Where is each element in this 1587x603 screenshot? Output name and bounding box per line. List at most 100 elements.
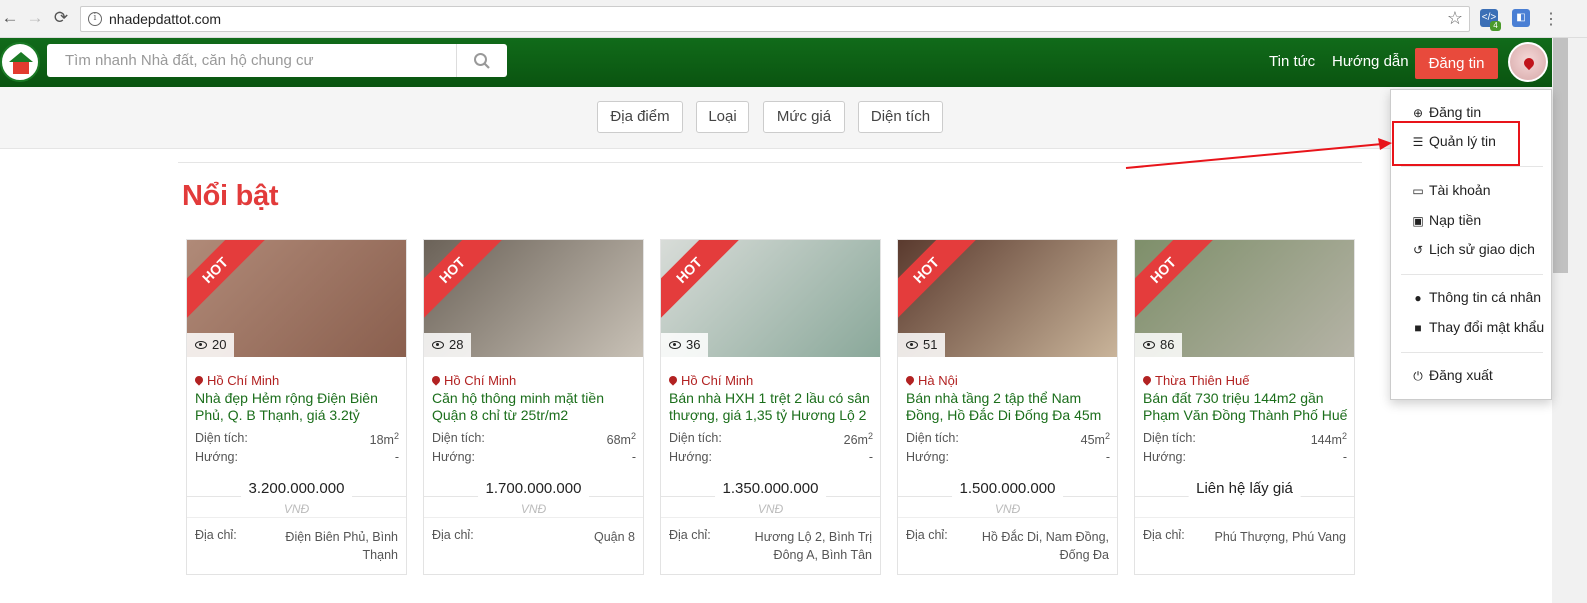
- direction-value: -: [1342, 450, 1347, 464]
- listing-price: 1.700.000.000: [477, 480, 590, 497]
- hot-label: HOT: [424, 240, 505, 323]
- listing-photo[interactable]: HOT 36: [661, 240, 880, 357]
- menu-item-topup[interactable]: ▣ Nạp tiền: [1411, 212, 1481, 228]
- listing-photo[interactable]: HOT 86: [1135, 240, 1354, 357]
- hot-label: HOT: [661, 240, 742, 323]
- eye-icon: [195, 341, 207, 349]
- address-bar[interactable]: i nhadepdattot.com ☆: [80, 6, 1470, 32]
- listing-title[interactable]: Bán đất 730 triệu 144m2 gần Phạm Văn Đồn…: [1143, 390, 1348, 424]
- menu-divider: [1401, 352, 1543, 353]
- area-label: Diện tích:: [669, 431, 722, 445]
- extension-badge: 4: [1490, 21, 1501, 31]
- direction-label: Hướng:: [1143, 450, 1186, 464]
- area-row: Diện tích: 18m2: [195, 431, 399, 447]
- direction-label: Hướng:: [432, 450, 475, 464]
- direction-value: -: [1105, 450, 1110, 464]
- listing-card[interactable]: HOT 51 Hà Nội Bán nhà tầng 2 tập thể Nam Đồ…: [897, 239, 1118, 575]
- view-count-value: 51: [923, 337, 938, 352]
- menu-item-label: Lịch sử giao dịch: [1429, 241, 1535, 257]
- currency-label: VNĐ: [757, 502, 784, 516]
- listing-photo[interactable]: HOT 28: [424, 240, 643, 357]
- menu-item-history[interactable]: ↺ Lịch sử giao dịch: [1411, 241, 1535, 257]
- location-text: Hồ Chí Minh: [207, 373, 280, 388]
- annotation-highlight-box: [1392, 121, 1520, 166]
- menu-item-label: Tài khoản: [1429, 182, 1491, 198]
- menu-item-label: Đăng xuất: [1429, 367, 1493, 383]
- direction-row: Hướng: -: [669, 450, 873, 464]
- hot-label: HOT: [1135, 240, 1216, 323]
- area-label: Diện tích:: [906, 431, 959, 445]
- listing-title[interactable]: Bán nhà HXH 1 trệt 2 lầu có sân thượng, …: [669, 390, 874, 424]
- site-header: Tin tức Hướng dẫn Đăng tin: [0, 38, 1552, 87]
- search-icon: [474, 53, 490, 69]
- view-count-value: 36: [686, 337, 701, 352]
- filter-type[interactable]: Loại: [696, 101, 749, 133]
- currency-label: VNĐ: [283, 502, 310, 516]
- search-button[interactable]: [456, 44, 507, 77]
- back-icon[interactable]: ←: [0, 8, 20, 28]
- search-input[interactable]: [47, 44, 455, 77]
- map-marker-icon: [904, 374, 916, 386]
- filter-area[interactable]: Diện tích: [858, 101, 943, 133]
- filter-price[interactable]: Mức giá: [763, 101, 845, 133]
- listing-price: Liên hệ lấy giá: [1188, 480, 1301, 497]
- page-scrollbar[interactable]: [1552, 38, 1587, 603]
- listing-card[interactable]: HOT 86 Thừa Thiên Huế Bán đất 730 triệu 144…: [1134, 239, 1355, 575]
- menu-divider: [1401, 166, 1543, 167]
- browser-toolbar: ← → ⟳ i nhadepdattot.com ☆ </> 4 ◧ ⋮: [0, 0, 1587, 38]
- user-icon: ●: [1414, 291, 1422, 305]
- history-icon: ↺: [1412, 243, 1424, 257]
- eye-icon: [669, 341, 681, 349]
- location-text: Hồ Chí Minh: [681, 373, 754, 388]
- listing-price: 3.200.000.000: [240, 480, 353, 497]
- avatar[interactable]: [1508, 42, 1548, 82]
- view-count: 36: [661, 333, 709, 357]
- site-logo[interactable]: [0, 42, 40, 82]
- listing-price: 1.350.000.000: [714, 480, 827, 497]
- extension-icon-2[interactable]: ◧: [1512, 9, 1530, 27]
- guide-link[interactable]: Hướng dẫn: [1332, 53, 1409, 70]
- listing-card[interactable]: HOT 28 Hồ Chí Minh Căn hộ thông minh mặt ti…: [423, 239, 644, 575]
- address-divider: [187, 517, 406, 518]
- hot-ribbon: HOT: [1135, 240, 1221, 326]
- listing-photo[interactable]: HOT 51: [898, 240, 1117, 357]
- filter-location[interactable]: Địa điểm: [597, 101, 683, 133]
- area-value: 68m2: [606, 431, 636, 448]
- address-label: Địa chỉ:: [906, 528, 948, 542]
- info-icon[interactable]: i: [88, 12, 102, 26]
- listing-title[interactable]: Bán nhà tầng 2 tập thể Nam Đồng, Hồ Đắc …: [906, 390, 1111, 424]
- post-listing-button[interactable]: Đăng tin: [1415, 48, 1498, 79]
- menu-item-label: Nạp tiền: [1429, 212, 1482, 228]
- money-icon: ▣: [1412, 214, 1424, 228]
- direction-row: Hướng: -: [432, 450, 636, 464]
- news-link[interactable]: Tin tức: [1269, 53, 1315, 70]
- address-label: Địa chỉ:: [195, 528, 237, 542]
- eye-icon: [906, 341, 918, 349]
- menu-item-profile[interactable]: ● Thông tin cá nhân: [1411, 289, 1541, 305]
- direction-value: -: [868, 450, 873, 464]
- address-divider: [898, 517, 1117, 518]
- address-divider: [424, 517, 643, 518]
- forward-icon[interactable]: →: [25, 8, 45, 28]
- menu-item-account[interactable]: ▭ Tài khoản: [1411, 182, 1490, 198]
- map-marker-icon: [667, 374, 679, 386]
- listing-title[interactable]: Nhà đẹp Hẻm rộng Điện Biên Phủ, Q. B Thạ…: [195, 390, 400, 424]
- area-label: Diện tích:: [195, 431, 248, 445]
- menu-item-logout[interactable]: ⏻ Đăng xuất: [1411, 367, 1493, 384]
- menu-item-change-password[interactable]: ■ Thay đổi mật khẩu: [1411, 319, 1544, 335]
- menu-item-label: Thông tin cá nhân: [1429, 289, 1542, 305]
- listing-card[interactable]: HOT 36 Hồ Chí Minh Bán nhà HXH 1 trệt 2 lầu…: [660, 239, 881, 575]
- reload-icon[interactable]: ⟳: [51, 8, 71, 28]
- listing-title[interactable]: Căn hộ thông minh mặt tiền Quận 8 chỉ từ…: [432, 390, 637, 424]
- listing-photo[interactable]: HOT 20: [187, 240, 406, 357]
- listing-card[interactable]: HOT 20 Hồ Chí Minh Nhà đẹp Hẻm rộng Điện Bi…: [186, 239, 407, 575]
- menu-dots-icon[interactable]: ⋮: [1543, 9, 1559, 29]
- address-value: Phú Thượng, Phú Vang: [1214, 530, 1346, 544]
- currency-label: VNĐ: [520, 502, 547, 516]
- menu-item-post[interactable]: ⊕ Đăng tin: [1411, 104, 1481, 120]
- annotation-arrow: [1125, 138, 1392, 169]
- listing-location: Hồ Chí Minh: [430, 373, 516, 388]
- area-row: Diện tích: 26m2: [669, 431, 873, 447]
- bookmark-star-icon[interactable]: ☆: [1447, 8, 1463, 29]
- scrollbar-thumb[interactable]: [1553, 38, 1568, 273]
